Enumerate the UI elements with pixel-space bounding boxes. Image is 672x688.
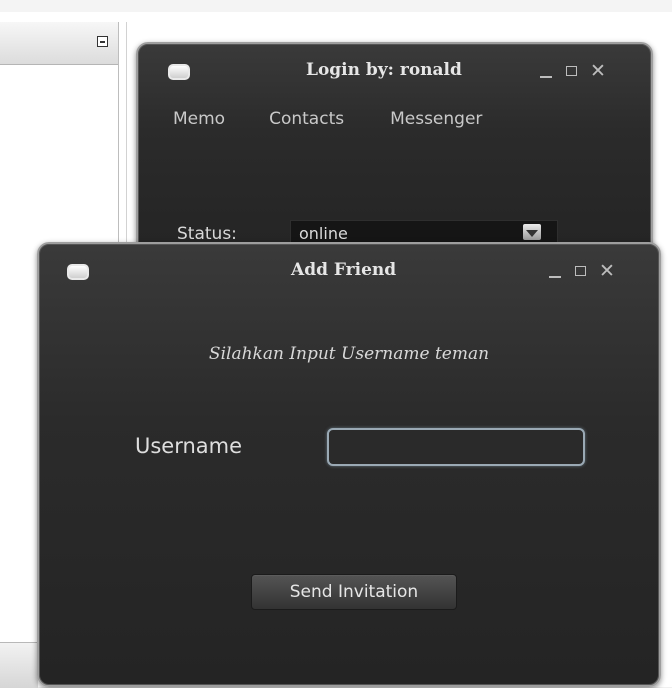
background-panel-footer [0,642,38,688]
window-title: Add Friend [291,260,397,280]
maximize-icon[interactable] [573,262,589,281]
minimize-icon[interactable] [547,262,563,281]
menu-item-contacts[interactable]: Contacts [269,109,344,129]
instruction-text: Silahkan Input Username teman [208,344,490,364]
status-label: Status: [177,224,237,244]
username-label: Username [135,434,243,458]
status-value: online [299,224,348,243]
background-panel-header [0,22,118,65]
close-icon[interactable]: ✕ [590,62,606,81]
window-controls: ✕ [538,62,606,81]
window-title: Login by: ronald [306,60,462,80]
window-icon [168,64,190,80]
menu-item-messenger[interactable]: Messenger [390,109,482,129]
window-controls: ✕ [547,262,615,281]
window-icon [67,264,89,280]
maximize-icon[interactable] [564,62,580,81]
minimize-icon[interactable] [538,62,554,81]
menu-bar: Memo Contacts Messenger [173,109,526,129]
menu-item-memo[interactable]: Memo [173,109,225,129]
add-friend-window: Add Friend ✕ Silahkan Input Username tem… [37,242,661,687]
login-window: Login by: ronald ✕ Memo Contacts Messeng… [136,42,653,262]
panel-minimize-icon[interactable] [97,36,108,47]
status-dropdown[interactable]: online [290,220,558,244]
close-icon[interactable]: ✕ [599,262,615,281]
send-invitation-button[interactable]: Send Invitation [251,574,457,610]
desktop-top-strip [0,0,672,12]
username-input[interactable] [327,428,585,466]
chevron-down-icon[interactable] [523,224,541,240]
